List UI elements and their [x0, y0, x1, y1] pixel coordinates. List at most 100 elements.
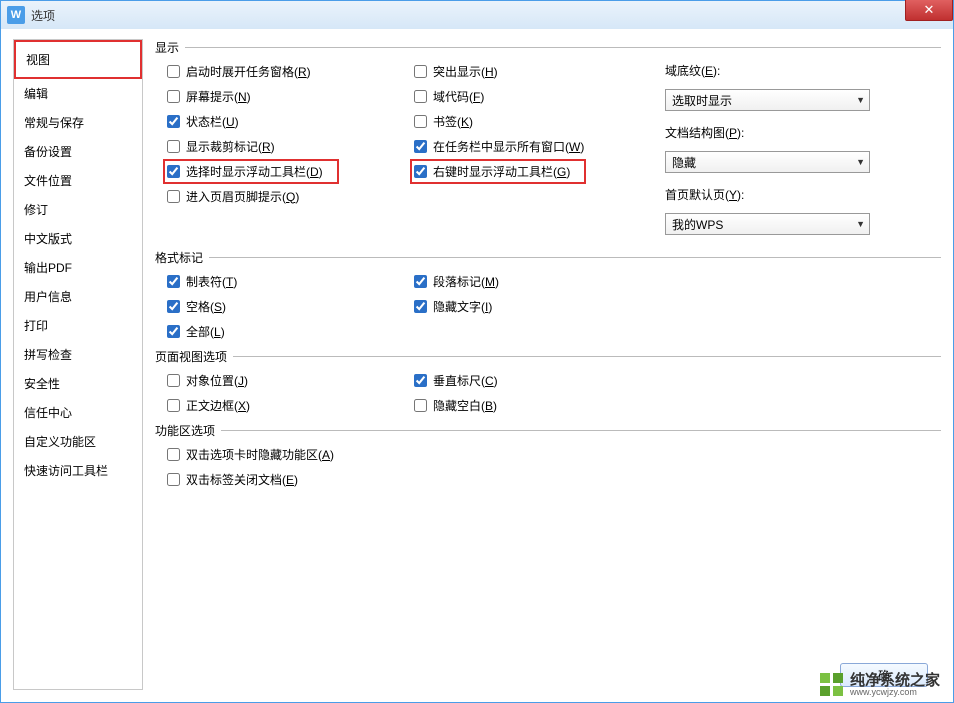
marks-opt-b-1-label: 隐藏文字(I): [433, 298, 492, 315]
display-opt-a-2-label: 状态栏(U): [186, 113, 239, 130]
display-dropdown-1[interactable]: 隐藏▼: [665, 151, 870, 173]
marks-opt-a-2[interactable]: 全部(L): [167, 322, 410, 340]
display-opt-b-0-label: 突出显示(H): [433, 63, 498, 80]
sidebar-item-14[interactable]: 快速访问工具栏: [14, 456, 142, 485]
marks-opt-a-0-label: 制表符(T): [186, 273, 237, 290]
pageview-opt-a-0[interactable]: 对象位置(J): [167, 371, 410, 389]
display-field-label-2: 首页默认页(Y):: [665, 186, 941, 203]
display-field-label-0: 域底纹(E):: [665, 62, 941, 79]
sidebar-item-11[interactable]: 安全性: [14, 369, 142, 398]
chevron-down-icon: ▼: [856, 219, 865, 229]
pageview-opt-b-1-checkbox[interactable]: [414, 399, 427, 412]
sidebar-item-2[interactable]: 常规与保存: [14, 108, 142, 137]
marks-opt-a-1[interactable]: 空格(S): [167, 297, 410, 315]
marks-opt-a-2-checkbox[interactable]: [167, 325, 180, 338]
sidebar: 视图编辑常规与保存备份设置文件位置修订中文版式输出PDF用户信息打印拼写检查安全…: [13, 39, 143, 690]
display-opt-b-3-checkbox[interactable]: [414, 140, 427, 153]
marks-opt-b-0[interactable]: 段落标记(M): [414, 272, 665, 290]
display-opt-a-3[interactable]: 显示裁剪标记(R): [167, 137, 410, 155]
sidebar-item-4[interactable]: 文件位置: [14, 166, 142, 195]
ribbon-opt-a-0-checkbox[interactable]: [167, 448, 180, 461]
marks-opt-a-0-checkbox[interactable]: [167, 275, 180, 288]
sidebar-item-0[interactable]: 视图: [14, 40, 142, 79]
pageview-opt-a-0-checkbox[interactable]: [167, 374, 180, 387]
sidebar-item-12[interactable]: 信任中心: [14, 398, 142, 427]
display-opt-a-1-checkbox[interactable]: [167, 90, 180, 103]
sidebar-item-3[interactable]: 备份设置: [14, 137, 142, 166]
section-marks: 格式标记 制表符(T) 空格(S) 全部(L) 段落标记(M) 隐藏文字(I): [155, 249, 941, 340]
display-opt-b-0-checkbox[interactable]: [414, 65, 427, 78]
watermark-text: 纯净系统之家: [850, 673, 940, 688]
sidebar-item-13[interactable]: 自定义功能区: [14, 427, 142, 456]
pageview-opt-a-0-label: 对象位置(J): [186, 372, 248, 389]
pageview-opt-a-1[interactable]: 正文边框(X): [167, 396, 410, 414]
display-opt-b-4-checkbox[interactable]: [414, 165, 427, 178]
sidebar-item-10[interactable]: 拼写检查: [14, 340, 142, 369]
display-opt-b-2[interactable]: 书签(K): [414, 112, 665, 130]
display-opt-a-0[interactable]: 启动时展开任务窗格(R): [167, 62, 410, 80]
close-button[interactable]: ✕: [905, 0, 953, 21]
section-title-ribbon: 功能区选项: [155, 422, 215, 439]
display-opt-b-1-label: 域代码(F): [433, 88, 484, 105]
watermark-url: www.ycwjzy.com: [850, 688, 940, 697]
display-opt-b-3[interactable]: 在任务栏中显示所有窗口(W): [414, 137, 665, 155]
sidebar-item-5[interactable]: 修订: [14, 195, 142, 224]
pageview-opt-b-0-checkbox[interactable]: [414, 374, 427, 387]
pageview-opt-a-1-checkbox[interactable]: [167, 399, 180, 412]
display-opt-a-3-label: 显示裁剪标记(R): [186, 138, 275, 155]
app-icon: W: [7, 6, 25, 24]
display-opt-a-5[interactable]: 进入页眉页脚提示(Q): [167, 187, 410, 205]
marks-opt-b-0-label: 段落标记(M): [433, 273, 499, 290]
chevron-down-icon: ▼: [856, 157, 865, 167]
sidebar-item-6[interactable]: 中文版式: [14, 224, 142, 253]
display-dropdown-0[interactable]: 选取时显示 ▼: [665, 89, 870, 111]
display-dropdown-value-0: 选取时显示: [672, 92, 732, 109]
pageview-opt-b-1[interactable]: 隐藏空白(B): [414, 396, 665, 414]
section-title-marks: 格式标记: [155, 249, 203, 266]
marks-opt-b-0-checkbox[interactable]: [414, 275, 427, 288]
marks-opt-a-1-label: 空格(S): [186, 298, 226, 315]
marks-opt-b-1-checkbox[interactable]: [414, 300, 427, 313]
display-opt-a-0-label: 启动时展开任务窗格(R): [186, 63, 311, 80]
display-dropdown-2[interactable]: 我的WPS ▼: [665, 213, 870, 235]
marks-opt-a-0[interactable]: 制表符(T): [167, 272, 410, 290]
display-opt-b-1-checkbox[interactable]: [414, 90, 427, 103]
sidebar-item-9[interactable]: 打印: [14, 311, 142, 340]
watermark-logo-icon: [820, 673, 844, 697]
display-opt-a-4-label: 选择时显示浮动工具栏(D): [186, 163, 323, 180]
display-opt-b-0[interactable]: 突出显示(H): [414, 62, 665, 80]
marks-opt-a-1-checkbox[interactable]: [167, 300, 180, 313]
display-opt-b-2-checkbox[interactable]: [414, 115, 427, 128]
marks-opt-b-1[interactable]: 隐藏文字(I): [414, 297, 665, 315]
display-opt-a-3-checkbox[interactable]: [167, 140, 180, 153]
display-opt-a-4[interactable]: 选择时显示浮动工具栏(D): [167, 162, 410, 180]
sidebar-item-8[interactable]: 用户信息: [14, 282, 142, 311]
ribbon-opt-a-0[interactable]: 双击选项卡时隐藏功能区(A): [167, 445, 334, 463]
display-dropdown-value-2: 我的WPS: [672, 216, 723, 233]
display-opt-a-5-checkbox[interactable]: [167, 190, 180, 203]
display-opt-b-2-label: 书签(K): [433, 113, 473, 130]
window-title: 选项: [31, 7, 55, 24]
marks-opt-a-2-label: 全部(L): [186, 323, 225, 340]
display-opt-a-2-checkbox[interactable]: [167, 115, 180, 128]
sidebar-item-1[interactable]: 编辑: [14, 79, 142, 108]
display-opt-a-1-label: 屏幕提示(N): [186, 88, 251, 105]
section-title-pageview: 页面视图选项: [155, 348, 227, 365]
ribbon-opt-a-1-label: 双击标签关闭文档(E): [186, 471, 298, 488]
display-opt-b-1[interactable]: 域代码(F): [414, 87, 665, 105]
ribbon-opt-a-1[interactable]: 双击标签关闭文档(E): [167, 470, 334, 488]
titlebar: W 选项 ✕: [1, 1, 953, 29]
ribbon-opt-a-1-checkbox[interactable]: [167, 473, 180, 486]
chevron-down-icon: ▼: [856, 95, 865, 105]
display-opt-a-0-checkbox[interactable]: [167, 65, 180, 78]
display-opt-b-4[interactable]: 右键时显示浮动工具栏(G): [414, 162, 665, 180]
sidebar-item-7[interactable]: 输出PDF: [14, 253, 142, 282]
section-title-display: 显示: [155, 39, 179, 56]
display-opt-b-4-label: 右键时显示浮动工具栏(G): [433, 163, 570, 180]
display-opt-a-2[interactable]: 状态栏(U): [167, 112, 410, 130]
display-opt-a-4-checkbox[interactable]: [167, 165, 180, 178]
watermark: 纯净系统之家 www.ycwjzy.com: [816, 671, 944, 699]
display-opt-a-5-label: 进入页眉页脚提示(Q): [186, 188, 299, 205]
pageview-opt-b-0[interactable]: 垂直标尺(C): [414, 371, 665, 389]
display-opt-a-1[interactable]: 屏幕提示(N): [167, 87, 410, 105]
